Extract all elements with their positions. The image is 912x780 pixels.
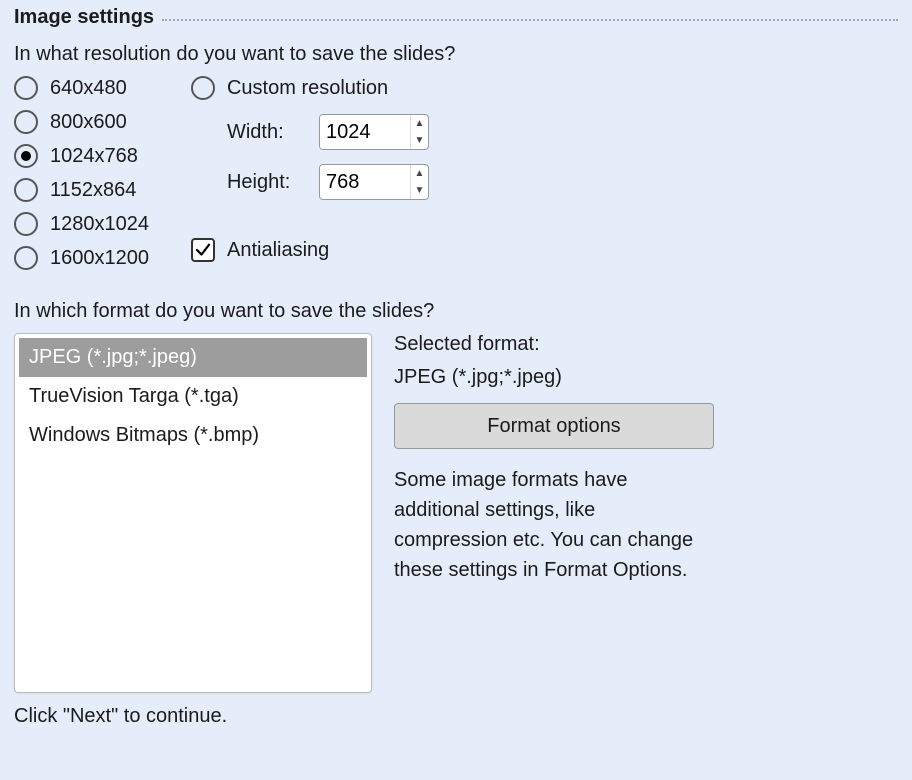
radio-icon <box>191 76 215 100</box>
format-item-tga[interactable]: TrueVision Targa (*.tga) <box>19 377 367 416</box>
resolution-option-label: 1152x864 <box>50 179 136 202</box>
height-input[interactable] <box>320 165 410 199</box>
format-options-button[interactable]: Format options <box>394 403 714 449</box>
height-spinbox[interactable]: ▲ ▼ <box>319 164 429 200</box>
checkbox-icon <box>191 238 215 262</box>
antialias-checkbox[interactable]: Antialiasing <box>191 238 429 262</box>
selected-format-label: Selected format: <box>394 333 898 356</box>
format-item-bmp[interactable]: Windows Bitmaps (*.bmp) <box>19 416 367 455</box>
resolution-question: In what resolution do you want to save t… <box>14 43 898 66</box>
width-step-down[interactable]: ▼ <box>411 132 428 149</box>
resolution-option-label: 800x600 <box>50 111 127 134</box>
format-question: In which format do you want to save the … <box>14 300 898 323</box>
height-step-down[interactable]: ▼ <box>411 182 428 199</box>
resolution-radio-group: 640x480 800x600 1024x768 1152x864 1280x1… <box>14 76 149 270</box>
width-label: Width: <box>227 121 307 144</box>
height-label: Height: <box>227 171 307 194</box>
resolution-option-1024x768[interactable]: 1024x768 <box>14 144 149 168</box>
format-help-text: Some image formats have additional setti… <box>394 465 714 585</box>
radio-icon <box>14 212 38 236</box>
resolution-option-label: 1600x1200 <box>50 247 149 270</box>
radio-icon <box>14 246 38 270</box>
width-input[interactable] <box>320 115 410 149</box>
resolution-option-1152x864[interactable]: 1152x864 <box>14 178 149 202</box>
radio-icon <box>14 144 38 168</box>
resolution-option-800x600[interactable]: 800x600 <box>14 110 149 134</box>
format-listbox[interactable]: JPEG (*.jpg;*.jpeg) TrueVision Targa (*.… <box>14 333 372 693</box>
resolution-option-label: 1280x1024 <box>50 213 149 236</box>
selected-format-value: JPEG (*.jpg;*.jpeg) <box>394 366 898 389</box>
resolution-option-label: Custom resolution <box>227 77 388 100</box>
resolution-option-custom[interactable]: Custom resolution <box>191 76 429 100</box>
section-title: Image settings <box>14 6 154 29</box>
width-step-up[interactable]: ▲ <box>411 115 428 132</box>
radio-icon <box>14 178 38 202</box>
format-item-jpeg[interactable]: JPEG (*.jpg;*.jpeg) <box>19 338 367 377</box>
width-spinbox[interactable]: ▲ ▼ <box>319 114 429 150</box>
resolution-option-1600x1200[interactable]: 1600x1200 <box>14 246 149 270</box>
resolution-option-label: 1024x768 <box>50 145 138 168</box>
resolution-option-1280x1024[interactable]: 1280x1024 <box>14 212 149 236</box>
radio-icon <box>14 76 38 100</box>
section-header: Image settings <box>14 6 898 29</box>
radio-icon <box>14 110 38 134</box>
resolution-option-640x480[interactable]: 640x480 <box>14 76 149 100</box>
footer-hint: Click "Next" to continue. <box>14 705 898 728</box>
section-rule <box>162 19 898 21</box>
antialias-label: Antialiasing <box>227 239 329 262</box>
height-step-up[interactable]: ▲ <box>411 165 428 182</box>
resolution-option-label: 640x480 <box>50 77 127 100</box>
